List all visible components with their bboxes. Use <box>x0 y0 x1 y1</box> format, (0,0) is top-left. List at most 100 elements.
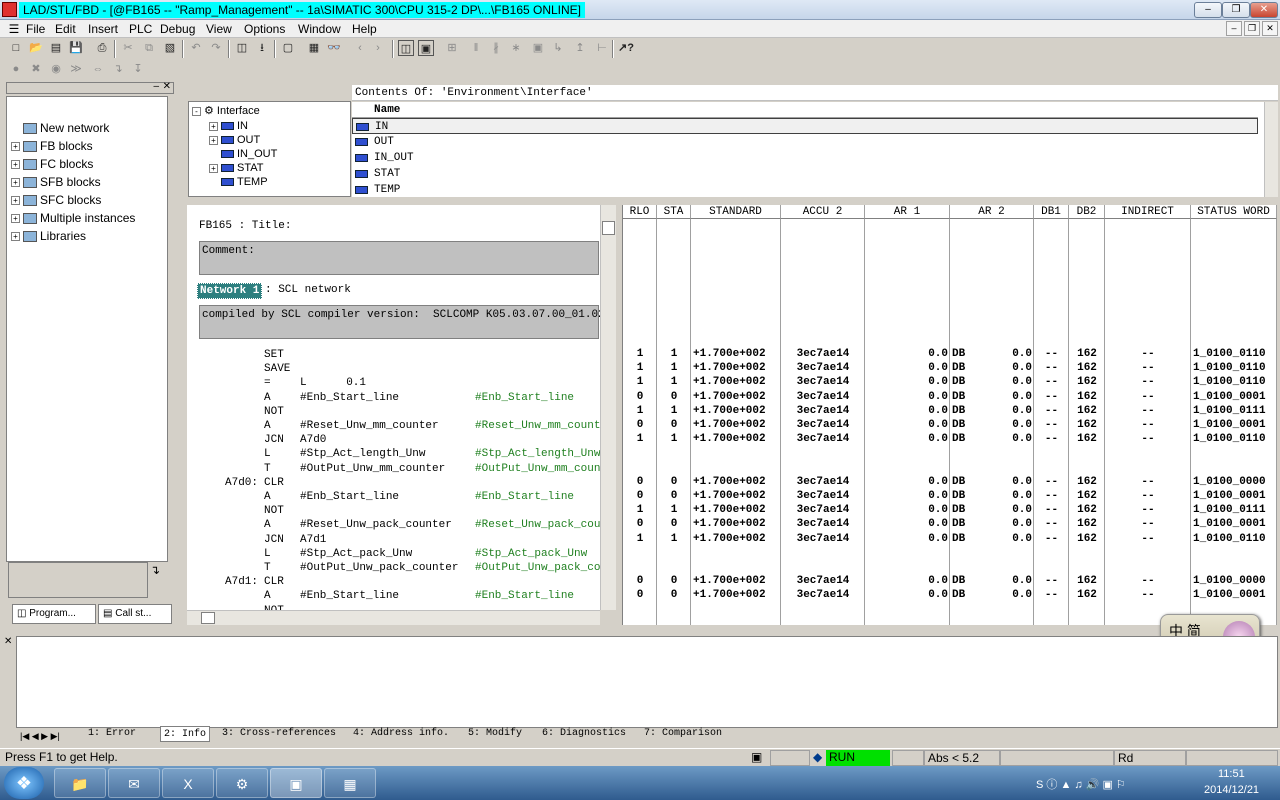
network-label[interactable]: Network 1 <box>197 283 263 299</box>
taskbar-outlook[interactable]: ✉ <box>108 768 160 798</box>
expand-icon[interactable]: + <box>11 196 20 206</box>
tab-comparison[interactable]: 7: Comparison <box>644 726 722 742</box>
next-statement-icon[interactable]: ≫ <box>68 61 84 77</box>
tab-program-elements[interactable]: ◫ Program... <box>12 604 96 624</box>
tab-address-info[interactable]: 4: Address info. <box>353 726 449 742</box>
menu-help[interactable]: Help <box>352 21 377 37</box>
box-icon[interactable]: ▣ <box>530 40 546 56</box>
tab-modify[interactable]: 5: Modify <box>468 726 522 742</box>
contact-no-icon[interactable]: ‖ <box>468 40 484 56</box>
status-column-header[interactable]: AR 2 <box>950 205 1034 219</box>
menu-insert[interactable]: Insert <box>88 21 118 37</box>
panel-restore-icon[interactable]: – <box>153 81 159 92</box>
mdi-minimize-button[interactable]: – <box>1226 21 1242 36</box>
accessible-icon[interactable]: ◫ <box>234 40 250 56</box>
code-hscroll-thumb[interactable] <box>201 612 215 624</box>
interface-item-out[interactable]: + OUT <box>209 133 260 147</box>
contents-row-in[interactable]: IN <box>352 118 1258 134</box>
interface-item-stat[interactable]: + STAT <box>209 161 263 175</box>
menu-plc[interactable]: PLC <box>129 21 152 37</box>
branch-close-icon[interactable]: ↥ <box>572 40 588 56</box>
tab-diagnostics[interactable]: 6: Diagnostics <box>542 726 626 742</box>
tree-item[interactable]: New network <box>11 119 109 137</box>
expand-icon[interactable]: + <box>11 214 20 224</box>
execute-call-icon[interactable]: ↴ <box>110 61 126 77</box>
interface-root[interactable]: - ⚙ Interface <box>192 104 260 118</box>
insert-icon[interactable]: ↴ <box>150 563 160 577</box>
doc-icon[interactable]: ☰ <box>6 21 22 37</box>
paste-icon[interactable]: ▧ <box>162 40 178 56</box>
expand-icon[interactable]: + <box>11 232 20 242</box>
new-icon[interactable]: □ <box>8 40 24 56</box>
restore-button[interactable]: ❐ <box>1222 2 1250 18</box>
tree-item[interactable]: + FC blocks <box>11 155 93 173</box>
status-column-header[interactable]: DB2 <box>1069 205 1105 219</box>
interface-item-temp[interactable]: TEMP <box>221 175 268 189</box>
tab-error[interactable]: 1: Error <box>88 726 136 742</box>
status-column-header[interactable]: ACCU 2 <box>781 205 865 219</box>
close-button[interactable]: ✕ <box>1250 2 1278 18</box>
tree-item[interactable]: + SFC blocks <box>11 191 101 209</box>
program-elements-icon[interactable]: ◫ <box>398 40 414 56</box>
contact-nc-icon[interactable]: ∦ <box>488 40 504 56</box>
coil-icon[interactable]: ∗ <box>508 40 524 56</box>
cut-icon[interactable]: ✂ <box>120 40 136 56</box>
stl-editor[interactable]: FB165 : Title: Comment: Network 1 : SCL … <box>187 205 600 610</box>
menu-debug[interactable]: Debug <box>160 21 195 37</box>
minimize-button[interactable]: – <box>1194 2 1222 18</box>
start-button[interactable]: ❖ <box>4 767 44 799</box>
accessible-nodes-icon[interactable]: ▤ <box>48 40 64 56</box>
menu-options[interactable]: Options <box>244 21 285 37</box>
menu-view[interactable]: View <box>206 21 232 37</box>
code-scroll-thumb[interactable] <box>602 221 615 235</box>
help-icon[interactable]: ↗? <box>618 40 634 56</box>
close-output-icon[interactable]: ✕ <box>4 636 12 647</box>
branch-icon[interactable]: ⊢ <box>594 40 610 56</box>
status-column-header[interactable]: STANDARD <box>691 205 781 219</box>
status-column-header[interactable]: RLO <box>623 205 657 219</box>
branch-open-icon[interactable]: ↳ <box>550 40 566 56</box>
expand-icon[interactable]: + <box>11 142 20 152</box>
tree-item[interactable]: + SFB blocks <box>11 173 101 191</box>
tree-item[interactable]: + Multiple instances <box>11 209 135 227</box>
network-icon[interactable]: ⊞ <box>444 40 460 56</box>
contents-column-name[interactable]: Name <box>352 102 1258 118</box>
status-column-header[interactable]: STA <box>657 205 691 219</box>
menu-window[interactable]: Window <box>298 21 341 37</box>
expand-icon[interactable]: + <box>11 178 20 188</box>
status-column-header[interactable]: STATUS WORD <box>1191 205 1277 219</box>
status-column-header[interactable]: INDIRECT <box>1105 205 1191 219</box>
app-icon[interactable] <box>2 2 17 17</box>
contents-scrollbar[interactable] <box>1264 102 1278 197</box>
code-vertical-scrollbar[interactable] <box>600 205 616 610</box>
output-tab-nav[interactable]: |◀ ◀ ▶ ▶| <box>20 728 82 741</box>
delete-breakpoints-icon[interactable]: ✖ <box>28 61 44 77</box>
taskbar-lad-stl-fbd[interactable]: ▣ <box>270 768 322 798</box>
undo-icon[interactable]: ↶ <box>188 40 204 56</box>
tab-info[interactable]: 2: Info <box>160 726 211 742</box>
download-icon[interactable]: ⭳ <box>254 40 270 56</box>
glasses-monitor-icon[interactable]: 👓 <box>326 40 342 56</box>
code-horizontal-scrollbar[interactable] <box>187 610 600 625</box>
contents-row-out[interactable]: OUT <box>352 134 1258 150</box>
breakpoint-icon[interactable]: ● <box>8 61 24 77</box>
redo-icon[interactable]: ↷ <box>208 40 224 56</box>
tree-item[interactable]: + Libraries <box>11 227 86 245</box>
network-comment-box[interactable]: compiled by SCL compiler version: SCLCOM… <box>199 305 600 339</box>
taskbar-hw-config[interactable]: ▦ <box>324 768 376 798</box>
copy-icon[interactable]: ⧉ <box>141 40 157 56</box>
mdi-restore-button[interactable]: ❐ <box>1244 21 1260 36</box>
menu-edit[interactable]: Edit <box>55 21 76 37</box>
expand-icon[interactable]: + <box>11 160 20 170</box>
panel-close-icon[interactable]: ✕ <box>163 81 171 92</box>
overview-icon[interactable]: ▦ <box>306 40 322 56</box>
details-icon[interactable]: ▣ <box>418 40 434 56</box>
step-icon[interactable]: ↧ <box>130 61 146 77</box>
contents-row-in-out[interactable]: IN_OUT <box>352 150 1258 166</box>
continue-icon[interactable]: ⇔ <box>90 61 106 77</box>
print-icon[interactable]: ⎙ <box>94 40 110 56</box>
status-column-header[interactable]: AR 1 <box>865 205 950 219</box>
tab-cross-references[interactable]: 3: Cross-references <box>222 726 336 742</box>
interface-item-in[interactable]: + IN <box>209 119 248 133</box>
taskbar-excel[interactable]: X <box>162 768 214 798</box>
